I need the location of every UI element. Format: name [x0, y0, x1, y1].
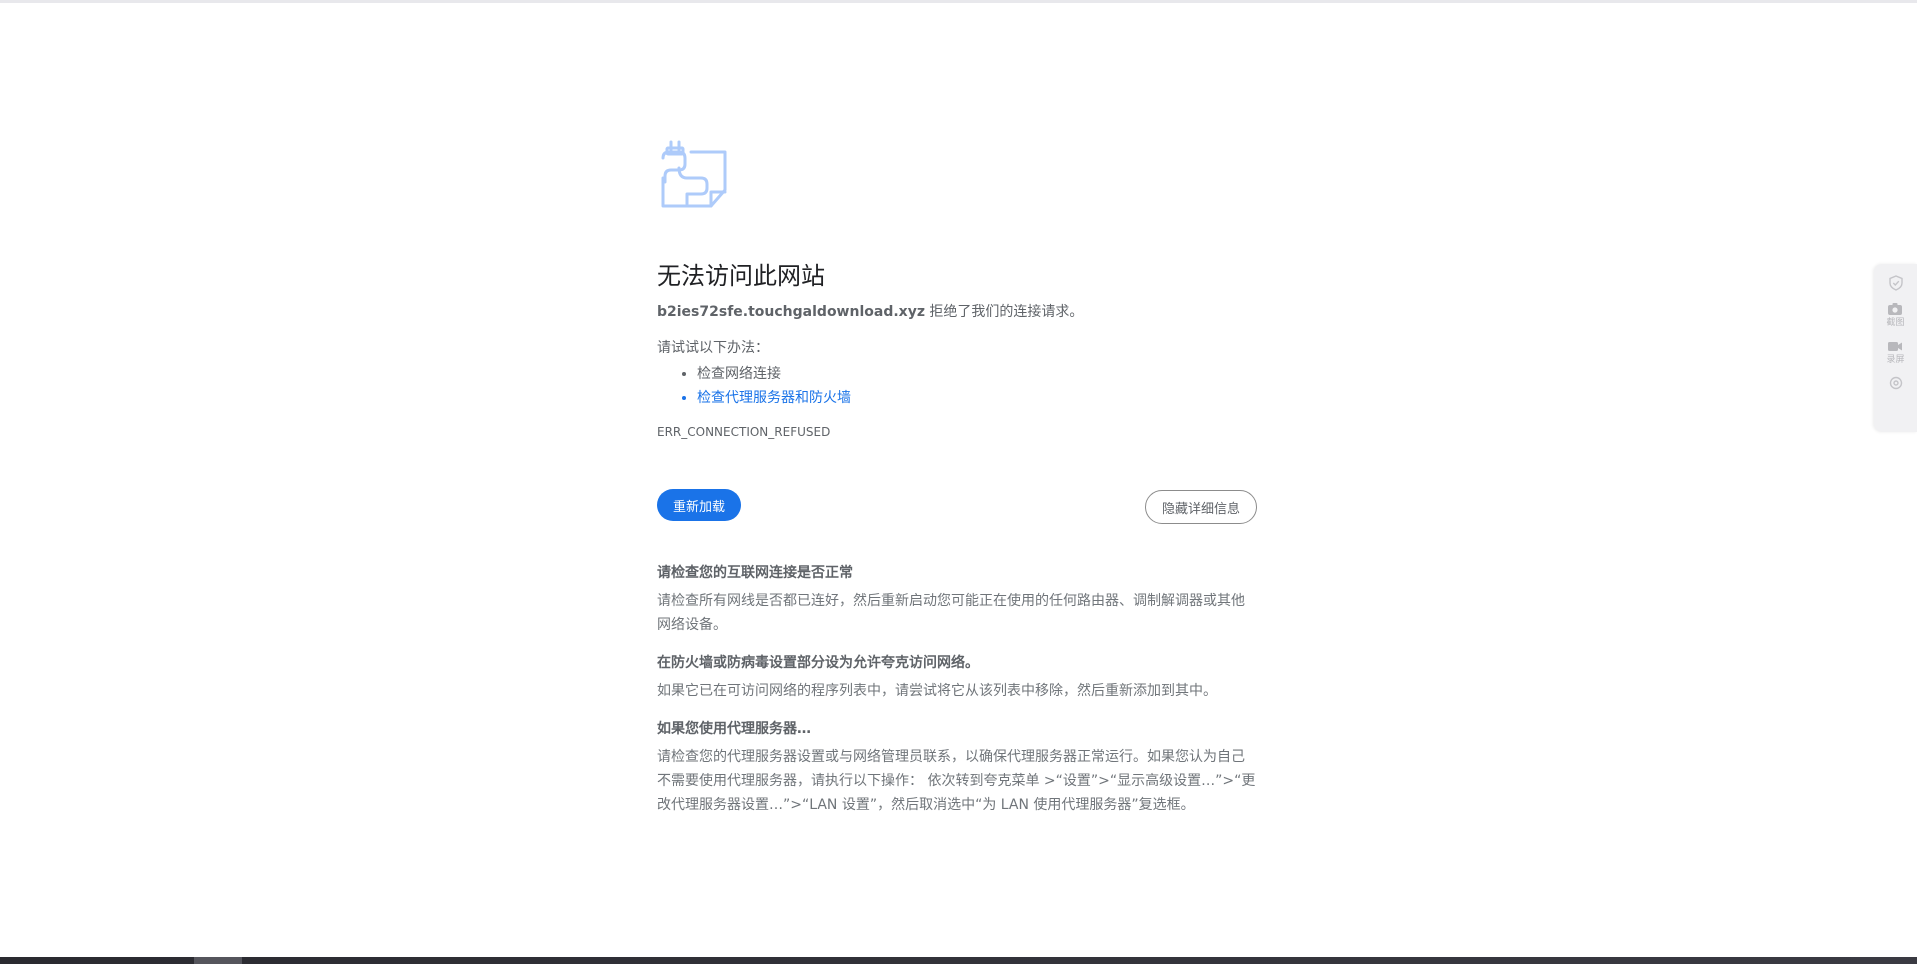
error-description-suffix: 拒绝了我们的连接请求。 — [924, 304, 1084, 320]
settings-button[interactable] — [1887, 374, 1905, 392]
details-item-body: 请检查您的代理服务器设置或与网络管理员联系，以确保代理服务器正常运行。如果您认为… — [657, 749, 1256, 813]
page-title: 无法访问此网站 — [657, 262, 825, 290]
suggestion-check-proxy-firewall-link[interactable]: 检查代理服务器和防火墙 — [697, 386, 1257, 410]
taskbar-item[interactable] — [194, 957, 242, 964]
details-item: 请检查您的互联网连接是否正常 请检查所有网线是否都已连好，然后重新启动您可能正在… — [657, 561, 1257, 637]
gear-icon — [1889, 376, 1902, 390]
error-host: b2ies72sfe.touchgaldownload.xyz — [657, 304, 925, 320]
error-description: b2ies72sfe.touchgaldownload.xyz 拒绝了我们的连接… — [657, 302, 1257, 322]
reload-button[interactable]: 重新加载 — [657, 489, 742, 521]
details-item: 如果您使用代理服务器… 请检查您的代理服务器设置或与网络管理员联系，以确保代理服… — [657, 717, 1257, 817]
screenshot-label: 截图 — [1886, 318, 1905, 328]
suggestions-list: 检查网络连接 检查代理服务器和防火墙 — [657, 362, 1257, 410]
screenshot-button[interactable]: 截图 — [1886, 300, 1905, 329]
details-item-title: 请检查您的互联网连接是否正常 — [657, 565, 853, 581]
error-code: ERR_CONNECTION_REFUSED — [657, 425, 831, 439]
unplugged-icon — [661, 140, 727, 208]
shield-icon — [1888, 275, 1903, 291]
details-item-body: 请检查所有网线是否都已连好，然后重新启动您可能正在使用的任何路由器、调制解调器或… — [657, 593, 1245, 633]
details-item-title: 在防火墙或防病毒设置部分设为允许夸克访问网络。 — [657, 655, 979, 671]
details-item-body: 如果它已在可访问网络的程序列表中，请尝试将它从该列表中移除，然后重新添加到其中。 — [657, 683, 1217, 699]
details-section: 请检查您的互联网连接是否正常 请检查所有网线是否都已连好，然后重新启动您可能正在… — [657, 561, 1257, 817]
suggestions-heading: 请试试以下办法： — [657, 340, 769, 356]
video-camera-icon — [1888, 342, 1903, 351]
top-border — [0, 0, 1917, 3]
suggestion-check-network: 检查网络连接 — [697, 362, 1257, 386]
record-screen-label: 录屏 — [1886, 355, 1905, 365]
details-item: 在防火墙或防病毒设置部分设为允许夸克访问网络。 如果它已在可访问网络的程序列表中… — [657, 651, 1257, 703]
taskbar-strip — [0, 957, 1917, 964]
hide-details-button[interactable]: 隐藏详细信息 — [1144, 490, 1257, 524]
details-item-title: 如果您使用代理服务器… — [657, 721, 811, 737]
record-screen-button[interactable]: 录屏 — [1886, 337, 1905, 366]
shield-button[interactable] — [1887, 274, 1905, 292]
side-toolbar: 截图 录屏 — [1874, 264, 1917, 432]
camera-icon — [1888, 303, 1903, 315]
error-page: 无法访问此网站 b2ies72sfe.touchgaldownload.xyz … — [657, 138, 1257, 817]
button-row: 重新加载 隐藏详细信息 — [657, 489, 1257, 524]
